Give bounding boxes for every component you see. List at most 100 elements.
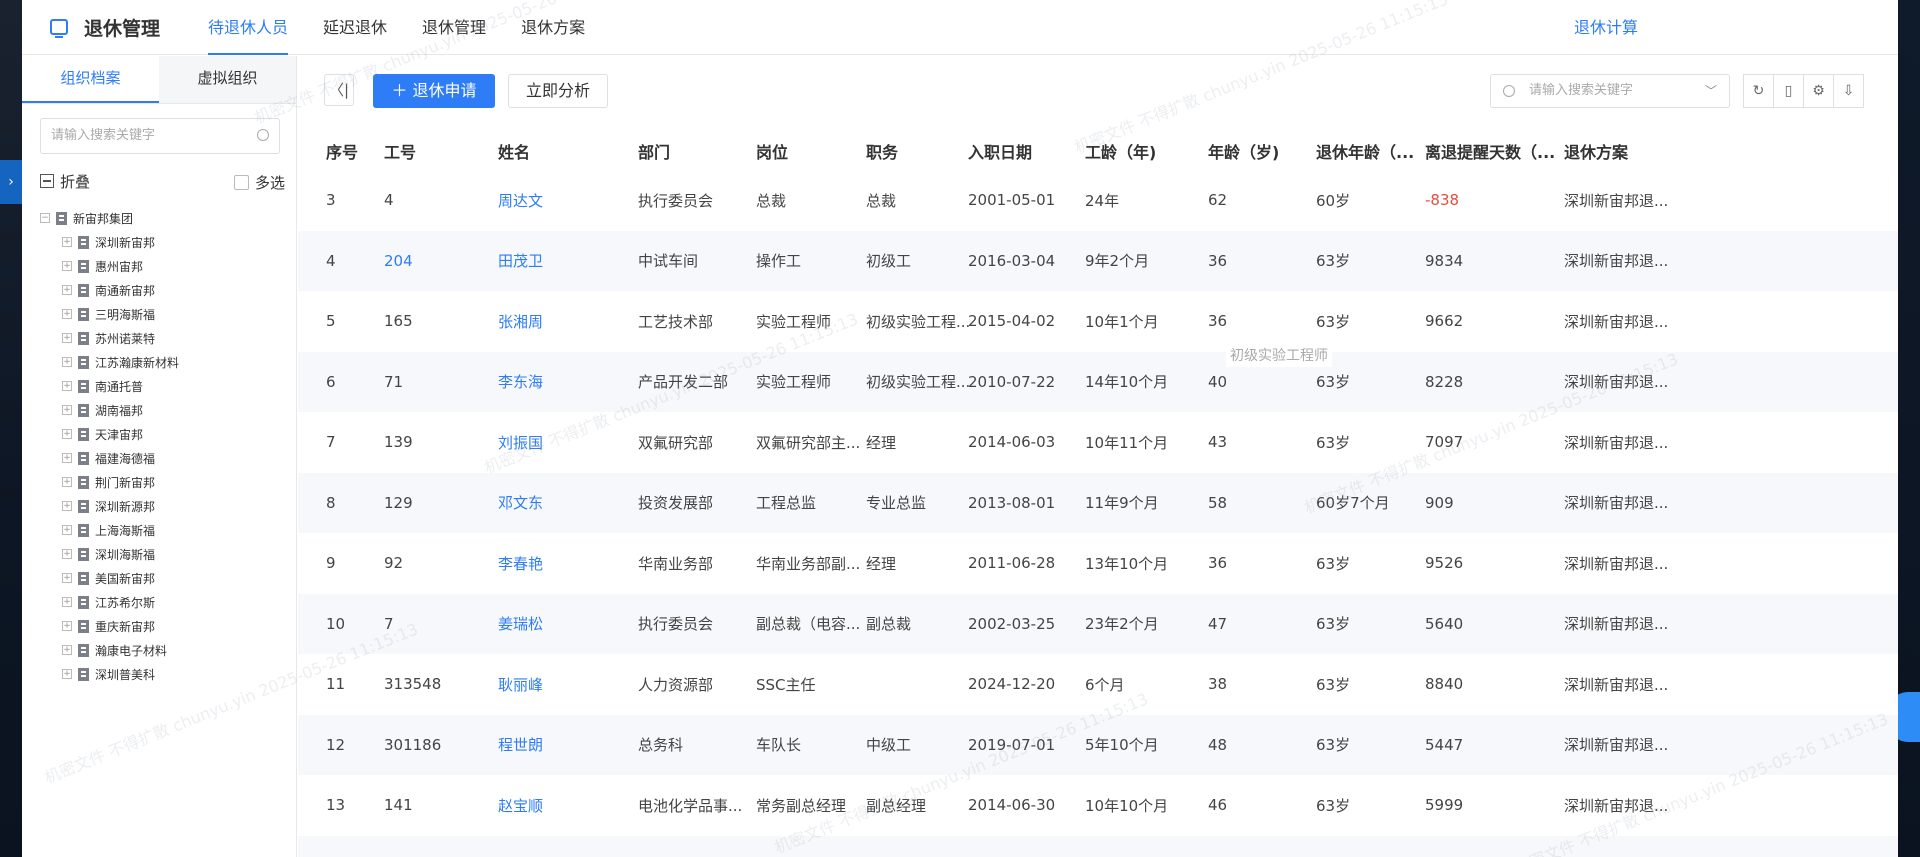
header-col-retire-age[interactable]: 退休年龄（... xyxy=(1316,139,1414,163)
tree-node[interactable]: + 荆门新宙邦 xyxy=(40,470,290,494)
tree-node[interactable]: + 南通托普 xyxy=(40,374,290,398)
table-row[interactable]: 4 204 田茂卫 中试车间 操作工 初级工 2016-03-04 9年2个月 36 63岁 983… xyxy=(298,230,1898,291)
tree-toggle-icon[interactable]: + xyxy=(62,357,72,367)
table-row[interactable]: 6 71 李东海 产品开发二部 实验工程师 初级实验工程... 2010-07-22 14年1… xyxy=(298,351,1898,412)
collapse-label[interactable]: 折叠 xyxy=(60,171,90,192)
tree-toggle-icon[interactable]: + xyxy=(62,237,72,247)
retire-calc-link[interactable]: 退休计算 xyxy=(1574,14,1638,38)
table-search-input[interactable]: 请输入搜索关键字 ﹀ xyxy=(1490,74,1730,108)
tree-node[interactable]: + 深圳普美科 xyxy=(40,662,290,686)
tree-toggle-icon[interactable]: + xyxy=(62,381,72,391)
tree-toggle-icon[interactable]: + xyxy=(62,501,72,511)
col-name[interactable]: 周达文 xyxy=(498,190,543,211)
header-col-name[interactable]: 姓名 xyxy=(498,139,530,163)
col-name[interactable]: 李春艳 xyxy=(498,553,543,574)
settings-icon[interactable]: ⚙ xyxy=(1803,74,1834,108)
tree-node[interactable]: + 福建海德福 xyxy=(40,446,290,470)
tree-toggle-icon[interactable]: + xyxy=(62,477,72,487)
col-name[interactable]: 程世朗 xyxy=(498,734,543,755)
header-col-index[interactable]: 序号 xyxy=(326,139,358,163)
header-col-join-date[interactable]: 入职日期 xyxy=(968,139,1032,163)
tab-virtual-org[interactable]: 虚拟组织 xyxy=(159,56,296,103)
header-col-retire-plan[interactable]: 退休方案 xyxy=(1564,139,1628,163)
col-name[interactable]: 耿丽峰 xyxy=(498,674,543,695)
tree-toggle-icon[interactable]: + xyxy=(62,405,72,415)
tree-node[interactable]: + 深圳新源邦 xyxy=(40,494,290,518)
tree-toggle-icon[interactable]: + xyxy=(62,453,72,463)
table-row[interactable]: 11 313548 耿丽峰 人力资源部 SSC主任 2024-12-20 6个月 38 63岁 8… xyxy=(298,654,1898,715)
col-name[interactable]: 姜瑞松 xyxy=(498,613,543,634)
tree-toggle-icon[interactable]: + xyxy=(62,333,72,343)
table-row[interactable]: 9 92 李春艳 华南业务部 华南业务部副... 经理 2011-06-28 13年10个月 3… xyxy=(298,533,1898,594)
col-name[interactable]: 田茂卫 xyxy=(498,250,543,271)
analyze-now-button[interactable]: 立即分析 xyxy=(508,74,608,108)
tree-toggle-icon[interactable]: + xyxy=(62,261,72,271)
tree-node[interactable]: + 三明海斯福 xyxy=(40,302,290,326)
tree-toggle-icon[interactable]: + xyxy=(62,669,72,679)
tab-org-archive[interactable]: 组织档案 xyxy=(22,56,159,103)
tree-toggle-icon[interactable]: + xyxy=(62,285,72,295)
tree-node[interactable]: + 南通新宙邦 xyxy=(40,278,290,302)
multi-select-checkbox[interactable] xyxy=(233,175,249,190)
header-col-emp-id[interactable]: 工号 xyxy=(384,139,416,163)
tree-node[interactable]: + 江苏希尔斯 xyxy=(40,590,290,614)
tree-node[interactable]: + 惠州宙邦 xyxy=(40,254,290,278)
export-icon[interactable]: ▯ xyxy=(1773,74,1804,108)
table-row[interactable]: 12 301186 程世朗 总务科 车队长 中级工 2019-07-01 5年10个月 48 63… xyxy=(298,714,1898,775)
multi-select-toggle[interactable]: 多选 xyxy=(233,172,285,193)
tree-node[interactable]: + 苏州诺莱特 xyxy=(40,326,290,350)
tree-toggle-icon[interactable]: + xyxy=(62,525,72,535)
tree-node[interactable]: + 瀚康电子材料 xyxy=(40,638,290,662)
table-row[interactable]: 8 129 邓文东 投资发展部 工程总监 专业总监 2013-08-01 11年9个月 58 60… xyxy=(298,472,1898,533)
tab-pending-retire[interactable]: 待退休人员 xyxy=(208,0,289,55)
sidebar-search-input[interactable]: 请输入搜索关键字 xyxy=(40,118,280,154)
tree-node[interactable]: + 上海海斯福 xyxy=(40,518,290,542)
col-name[interactable]: 刘振国 xyxy=(498,432,543,453)
chevron-down-icon[interactable]: ﹀ xyxy=(1705,75,1717,107)
col-name[interactable]: 李东海 xyxy=(498,371,543,392)
tree-toggle-icon[interactable]: + xyxy=(62,621,72,631)
col-name[interactable]: 赵宝顺 xyxy=(498,795,543,816)
header-col-post[interactable]: 岗位 xyxy=(756,139,788,163)
table-row[interactable]: 3 4 周达文 执行委员会 总裁 总裁 2001-05-01 24年 62 60岁 -838 深圳新宙… xyxy=(298,170,1898,231)
tree-node[interactable]: + 天津宙邦 xyxy=(40,422,290,446)
download-icon[interactable]: ⇩ xyxy=(1833,74,1864,108)
tree-toggle-icon[interactable]: + xyxy=(62,309,72,319)
retire-apply-button[interactable]: ＋ 退休申请 xyxy=(373,74,495,108)
col-seniority: 10年1个月 xyxy=(1085,312,1159,331)
tree-toggle-icon[interactable]: − xyxy=(40,213,50,223)
collapse-sidebar-button[interactable]: 〈| xyxy=(324,74,354,106)
tree-toggle-icon[interactable]: + xyxy=(62,573,72,583)
tree-node[interactable]: + 湖南福邦 xyxy=(40,398,290,422)
tree-node[interactable]: + 重庆新宙邦 xyxy=(40,614,290,638)
tab-retire-plan[interactable]: 退休方案 xyxy=(521,0,585,55)
header-col-remind-days[interactable]: 离退提醒天数（... xyxy=(1425,139,1555,163)
tab-delay-retire[interactable]: 延迟退休 xyxy=(323,0,387,55)
tree-toggle-icon[interactable]: + xyxy=(62,429,72,439)
tree-node[interactable]: + 江苏瀚康新材料 xyxy=(40,350,290,374)
refresh-icon[interactable]: ↻ xyxy=(1743,74,1774,108)
tree-node[interactable]: + 深圳海斯福 xyxy=(40,542,290,566)
header-col-title[interactable]: 职务 xyxy=(866,139,898,163)
tree-toggle-icon[interactable]: + xyxy=(62,597,72,607)
tree-node-root[interactable]: − 新宙邦集团 xyxy=(40,206,290,230)
header-col-dept[interactable]: 部门 xyxy=(638,139,670,163)
header-col-age[interactable]: 年龄（岁) xyxy=(1208,139,1279,163)
collapse-icon[interactable] xyxy=(40,174,54,188)
table-row[interactable]: 14302465刘攀投资发展部土建经理专业经理2021-05-244年4163岁… xyxy=(298,835,1898,857)
col-remind-days: 8228 xyxy=(1425,372,1464,391)
table-row[interactable]: 5 165 张湘周 工艺技术部 实验工程师 初级实验工程... 2015-04-02 10年1… xyxy=(298,291,1898,352)
table-row[interactable]: 10 7 姜瑞松 执行委员会 副总裁（电容... 副总裁 2002-03-25 23年2个月 4… xyxy=(298,593,1898,654)
table-row[interactable]: 7 139 刘振国 双氟研究部 双氟研究部主... 经理 2014-06-03 10年11个月… xyxy=(298,412,1898,473)
tab-retire-manage[interactable]: 退休管理 xyxy=(422,0,486,55)
table-row[interactable]: 13 141 赵宝顺 电池化学品事... 常务副总经理 副总经理 2014-06-30 10年… xyxy=(298,775,1898,836)
tree-node[interactable]: + 美国新宙邦 xyxy=(40,566,290,590)
col-name[interactable]: 张湘周 xyxy=(498,311,543,332)
expand-left-tab[interactable]: › xyxy=(0,160,22,204)
tree-toggle-icon[interactable]: + xyxy=(62,549,72,559)
tree-node[interactable]: + 深圳新宙邦 xyxy=(40,230,290,254)
tree-node-label: 荆门新宙邦 xyxy=(95,475,156,490)
col-name[interactable]: 邓文东 xyxy=(498,492,543,513)
tree-toggle-icon[interactable]: + xyxy=(62,645,72,655)
header-col-seniority[interactable]: 工龄（年) xyxy=(1085,139,1156,163)
